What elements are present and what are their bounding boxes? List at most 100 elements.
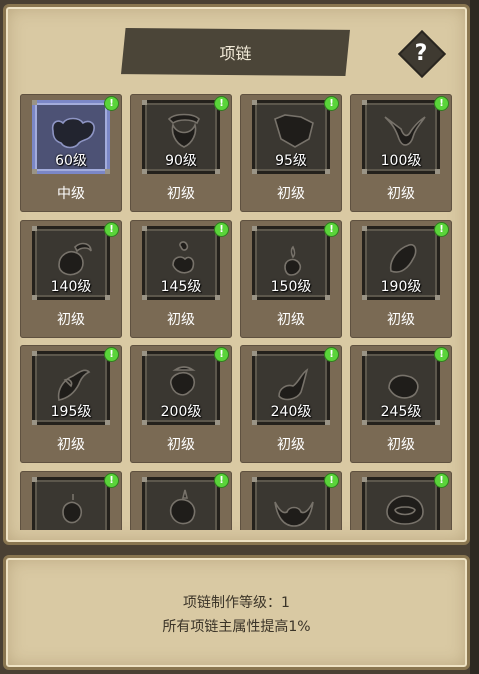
item-slot[interactable] xyxy=(142,477,220,530)
item-level: 150级 xyxy=(270,279,312,295)
item-grade: 初级 xyxy=(167,312,195,328)
slot-corner xyxy=(142,226,147,231)
necklace-card[interactable]: ! 145级初级 xyxy=(130,220,232,338)
item-grade: 初级 xyxy=(167,186,195,202)
alert-badge-icon: ! xyxy=(324,96,339,111)
slot-corner xyxy=(142,477,147,482)
spiked-pendant-icon xyxy=(169,489,196,525)
twisted-necklace-icon xyxy=(384,116,426,146)
slot-corner xyxy=(362,351,367,356)
alert-badge-icon: ! xyxy=(214,96,229,111)
necklace-card[interactable]: ! 245级初级 xyxy=(350,345,452,463)
alert-badge-icon: ! xyxy=(324,347,339,362)
alert-badge-icon: ! xyxy=(434,473,449,488)
item-level: 60级 xyxy=(55,153,87,169)
help-button[interactable]: ? xyxy=(397,29,447,79)
knot-pendant-icon xyxy=(170,366,196,396)
necklace-card[interactable]: ! 95级初级 xyxy=(240,94,342,212)
orb-pendant-icon xyxy=(62,494,83,524)
item-grade: 初级 xyxy=(277,437,305,453)
item-slot[interactable] xyxy=(362,477,440,530)
necklace-card[interactable]: ! 140级初级 xyxy=(20,220,122,338)
gourd-pendant-icon xyxy=(172,241,195,274)
necklace-card[interactable]: ! 100级初级 xyxy=(350,94,452,212)
item-grade: 初级 xyxy=(387,437,415,453)
alert-badge-icon: ! xyxy=(104,473,119,488)
bonus-text: 所有项链主属性提高1% xyxy=(162,619,311,635)
alert-badge-icon: ! xyxy=(214,347,229,362)
alert-badge-icon: ! xyxy=(434,347,449,362)
necklace-card[interactable]: ! 90级初级 xyxy=(130,94,232,212)
gem-pendant-icon xyxy=(389,243,417,273)
collar-necklace-icon xyxy=(274,114,314,148)
item-grade: 初级 xyxy=(277,312,305,328)
necklace-card[interactable]: ! xyxy=(20,471,122,530)
slot-corner xyxy=(32,351,37,356)
window-edge xyxy=(470,0,479,674)
item-level: 95级 xyxy=(275,153,307,169)
item-grade: 初级 xyxy=(57,312,85,328)
hook-pendant-icon xyxy=(278,368,309,401)
slot-corner xyxy=(252,100,257,105)
slot-corner xyxy=(362,226,367,231)
slot-corner xyxy=(362,100,367,105)
item-grade: 初级 xyxy=(57,437,85,453)
necklace-grid[interactable]: ! 60级 中级! 90级 初级! 95级 初级! 100级 初级! 140级 初级! 145级 初级!… xyxy=(16,94,456,530)
item-level: 195级 xyxy=(50,404,92,420)
necklace-card[interactable]: ! 150级初级 xyxy=(240,220,342,338)
slot-corner xyxy=(362,477,367,482)
fang-pendant-icon xyxy=(57,369,91,401)
slot-corner xyxy=(32,226,37,231)
page-title: 项链 xyxy=(219,44,252,63)
necklace-card[interactable]: ! 190级初级 xyxy=(350,220,452,338)
slot-corner xyxy=(32,100,37,105)
slot-corner xyxy=(32,477,37,482)
necklace-card[interactable]: ! 240级初级 xyxy=(240,345,342,463)
necklace-card[interactable]: ! 195级初级 xyxy=(20,345,122,463)
alert-badge-icon: ! xyxy=(324,473,339,488)
item-slot[interactable] xyxy=(32,477,110,530)
item-level: 190级 xyxy=(380,279,422,295)
craft-level-text: 项链制作等级：1 xyxy=(183,595,290,611)
beaded-necklace-icon xyxy=(51,117,95,149)
item-level: 200级 xyxy=(160,404,202,420)
slot-corner xyxy=(142,351,147,356)
horned-pendant-icon xyxy=(274,501,314,527)
item-grade: 初级 xyxy=(387,186,415,202)
necklace-card[interactable]: ! xyxy=(350,471,452,530)
item-level: 100级 xyxy=(380,153,422,169)
claw-pendant-icon xyxy=(58,242,92,276)
alert-badge-icon: ! xyxy=(214,473,229,488)
slot-corner xyxy=(252,477,257,482)
item-grade: 中级 xyxy=(57,186,85,202)
item-level: 140级 xyxy=(50,279,92,295)
beast-pendant-icon xyxy=(388,374,419,399)
necklace-card[interactable]: ! 200级 初级 xyxy=(130,345,232,463)
title-plate: 项链 xyxy=(121,28,350,76)
slot-corner xyxy=(252,226,257,231)
item-level: 145级 xyxy=(160,279,202,295)
alert-badge-icon: ! xyxy=(434,222,449,237)
slot-corner xyxy=(252,351,257,356)
item-level: 245级 xyxy=(380,404,422,420)
item-level: 240级 xyxy=(270,404,312,420)
item-grade: 初级 xyxy=(387,312,415,328)
ring-necklace-icon xyxy=(167,113,200,148)
slot-corner xyxy=(142,100,147,105)
item-grade: 初级 xyxy=(277,186,305,202)
necklace-card[interactable]: ! 60级中级 xyxy=(20,94,122,212)
alert-badge-icon: ! xyxy=(214,222,229,237)
alert-badge-icon: ! xyxy=(104,96,119,111)
alert-badge-icon: ! xyxy=(324,222,339,237)
item-level: 90级 xyxy=(165,153,197,169)
info-panel: 项链制作等级：1 所有项链主属性提高1% xyxy=(3,555,470,670)
alert-badge-icon: ! xyxy=(104,222,119,237)
question-mark-icon: ? xyxy=(414,40,428,66)
alert-badge-icon: ! xyxy=(434,96,449,111)
drop-pendant-icon xyxy=(284,245,302,276)
necklace-card[interactable]: ! xyxy=(130,471,232,530)
alert-badge-icon: ! xyxy=(104,347,119,362)
item-slot[interactable] xyxy=(252,477,330,530)
necklace-card[interactable]: ! xyxy=(240,471,342,530)
ring-disc-icon xyxy=(386,495,424,525)
